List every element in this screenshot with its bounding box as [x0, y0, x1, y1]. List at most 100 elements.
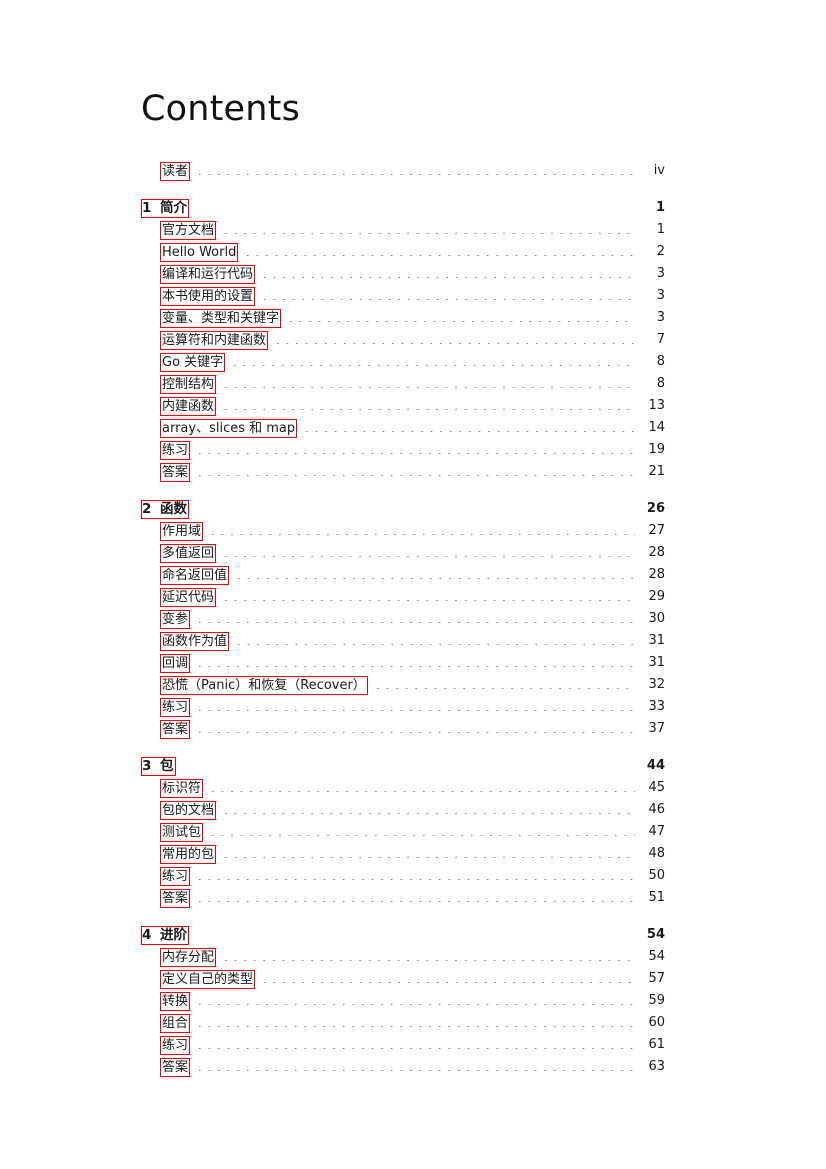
- toc-entry-highlight-box[interactable]: 练习: [160, 1036, 191, 1055]
- toc-entry-highlight-box[interactable]: 练习: [160, 441, 191, 460]
- section-title: 恐慌（Panic）和恢复（Recover）: [162, 678, 366, 693]
- toc-entry-row[interactable]: 函数作为值 31: [141, 630, 665, 652]
- toc-entry-highlight-box[interactable]: Hello World: [160, 243, 239, 262]
- toc-entry-row[interactable]: 包的文档 46: [141, 799, 665, 821]
- toc-entry-row[interactable]: 编译和运行代码 3: [141, 263, 665, 285]
- toc-entry-highlight-box[interactable]: 常用的包: [160, 845, 217, 864]
- toc-entry-highlight-box[interactable]: 组合: [160, 1014, 191, 1033]
- toc-entry-highlight-box[interactable]: 3包: [141, 757, 176, 776]
- toc-entry-row[interactable]: 变参 30: [141, 608, 665, 630]
- section-title: 常用的包: [162, 847, 215, 862]
- section-title: 编译和运行代码: [162, 267, 254, 282]
- section-title: 测试包: [162, 825, 202, 840]
- toc-entry-highlight-box[interactable]: 答案: [160, 1058, 191, 1077]
- toc-entry-highlight-box[interactable]: 练习: [160, 867, 191, 886]
- toc-entry-row[interactable]: Go 关键字 8: [141, 351, 665, 373]
- page-number: 2: [656, 244, 665, 259]
- toc-entry-highlight-box[interactable]: 转换: [160, 992, 191, 1011]
- toc-chapter-row[interactable]: 4 进阶 54: [141, 924, 665, 946]
- toc-entry-highlight-box[interactable]: 变参: [160, 610, 191, 629]
- page-number: 44: [646, 758, 665, 773]
- toc-entry-highlight-box[interactable]: 答案: [160, 463, 191, 482]
- section-title: 控制结构: [162, 377, 215, 392]
- toc-entry-highlight-box[interactable]: 答案: [160, 720, 191, 739]
- toc-chapter-row[interactable]: 1 简介 1: [141, 197, 665, 219]
- toc-entry-row[interactable]: 组合 60: [141, 1012, 665, 1034]
- toc-entry-row[interactable]: 本书使用的设置 3: [141, 285, 665, 307]
- toc-entry-highlight-box[interactable]: 回调: [160, 654, 191, 673]
- chapter-number: 3: [142, 758, 152, 774]
- dot-leader: [221, 396, 635, 410]
- toc-entry-row[interactable]: 多值返回 28: [141, 542, 665, 564]
- toc-entry-highlight-box[interactable]: 测试包: [160, 823, 204, 842]
- page-number: 13: [648, 398, 665, 413]
- toc-entry-highlight-box[interactable]: 官方文档: [160, 221, 217, 240]
- toc-entry-row[interactable]: 控制结构 8: [141, 373, 665, 395]
- toc-entry-row[interactable]: 答案 37: [141, 718, 665, 740]
- toc-entry-row[interactable]: 恐慌（Panic）和恢复（Recover） 32: [141, 674, 665, 696]
- toc-entry-highlight-box[interactable]: 多值返回: [160, 544, 217, 563]
- toc-entry-row[interactable]: 读者 iv: [141, 160, 665, 182]
- toc-entry-highlight-box[interactable]: 1 简介: [141, 199, 189, 218]
- toc-entry-row[interactable]: 回调 31: [141, 652, 665, 674]
- toc-entry-row[interactable]: 答案 63: [141, 1056, 665, 1078]
- toc-entry-highlight-box[interactable]: 运算符和内建函数: [160, 331, 269, 350]
- dot-leader: [260, 264, 635, 278]
- toc-entry-row[interactable]: 作用域 27: [141, 520, 665, 542]
- page-number: 47: [648, 824, 665, 839]
- toc-entry-row[interactable]: 命名返回值 28: [141, 564, 665, 586]
- toc-entry-highlight-box[interactable]: 答案: [160, 889, 191, 908]
- toc-entry-highlight-box[interactable]: 恐慌（Panic）和恢复（Recover）: [160, 676, 368, 695]
- toc-entry-highlight-box[interactable]: 读者: [160, 162, 191, 181]
- dot-leader: [195, 161, 635, 175]
- toc-entry-highlight-box[interactable]: 定义自己的类型: [160, 970, 256, 989]
- toc-entry-row[interactable]: 定义自己的类型 57: [141, 968, 665, 990]
- document-page: Contents 读者 iv 1 简介 1 官方文档 1 Hello World 2 编译和运行代…: [0, 0, 826, 1169]
- toc-entry-row[interactable]: 答案 21: [141, 461, 665, 483]
- section-title: 练习: [162, 700, 189, 715]
- toc-entry-highlight-box[interactable]: 2 函数: [141, 500, 189, 519]
- toc-entry-highlight-box[interactable]: 内建函数: [160, 397, 217, 416]
- toc-entry-row[interactable]: 转换 59: [141, 990, 665, 1012]
- dot-leader: [195, 991, 635, 1005]
- toc-entry-row[interactable]: 练习 50: [141, 865, 665, 887]
- toc-entry-row[interactable]: Hello World 2: [141, 241, 665, 263]
- toc-entry-row[interactable]: 测试包 47: [141, 821, 665, 843]
- toc-entry-highlight-box[interactable]: 控制结构: [160, 375, 217, 394]
- page-number: 1: [655, 200, 665, 215]
- toc-entry-highlight-box[interactable]: 本书使用的设置: [160, 287, 256, 306]
- toc-chapter-row[interactable]: 3 包 44: [141, 755, 665, 777]
- toc-entry-row[interactable]: 官方文档 1: [141, 219, 665, 241]
- toc-entry-highlight-box[interactable]: 标识符: [160, 779, 204, 798]
- toc-entry-row[interactable]: 内存分配 54: [141, 946, 665, 968]
- toc-entry-highlight-box[interactable]: 函数作为值: [160, 632, 230, 651]
- toc-entry-highlight-box[interactable]: 作用域: [160, 522, 204, 541]
- toc-entry-highlight-box[interactable]: 延迟代码: [160, 588, 217, 607]
- toc-entry-row[interactable]: 答案 51: [141, 887, 665, 909]
- page-number: 19: [648, 442, 665, 457]
- toc-entry-highlight-box[interactable]: 包的文档: [160, 801, 217, 820]
- toc-entry-row[interactable]: array、slices 和 map 14: [141, 417, 665, 439]
- toc-entry-highlight-box[interactable]: 4 进阶: [141, 926, 189, 945]
- toc-entry-row[interactable]: 练习 19: [141, 439, 665, 461]
- dot-leader: [221, 543, 635, 557]
- toc-entry-row[interactable]: 练习 33: [141, 696, 665, 718]
- toc-entry-highlight-box[interactable]: 练习: [160, 698, 191, 717]
- toc-entry-highlight-box[interactable]: 内存分配: [160, 948, 217, 967]
- toc-entry-row[interactable]: 常用的包 48: [141, 843, 665, 865]
- toc-entry-highlight-box[interactable]: 编译和运行代码: [160, 265, 256, 284]
- dot-leader: [234, 565, 635, 579]
- toc-entry-highlight-box[interactable]: Go 关键字: [160, 353, 226, 372]
- toc-entry-row[interactable]: 内建函数 13: [141, 395, 665, 417]
- toc-entry-row[interactable]: 运算符和内建函数 7: [141, 329, 665, 351]
- toc-entry-highlight-box[interactable]: 命名返回值: [160, 566, 230, 585]
- toc-chapter-row[interactable]: 2 函数 26: [141, 498, 665, 520]
- toc-entry-row[interactable]: 变量、类型和关键字 3: [141, 307, 665, 329]
- page-number: 3: [656, 310, 665, 325]
- toc-entry-highlight-box[interactable]: array、slices 和 map: [160, 419, 298, 438]
- toc-entry-row[interactable]: 延迟代码 29: [141, 586, 665, 608]
- toc-entry-highlight-box[interactable]: 变量、类型和关键字: [160, 309, 282, 328]
- section-title: 变参: [162, 612, 189, 627]
- toc-entry-row[interactable]: 练习 61: [141, 1034, 665, 1056]
- toc-entry-row[interactable]: 标识符 45: [141, 777, 665, 799]
